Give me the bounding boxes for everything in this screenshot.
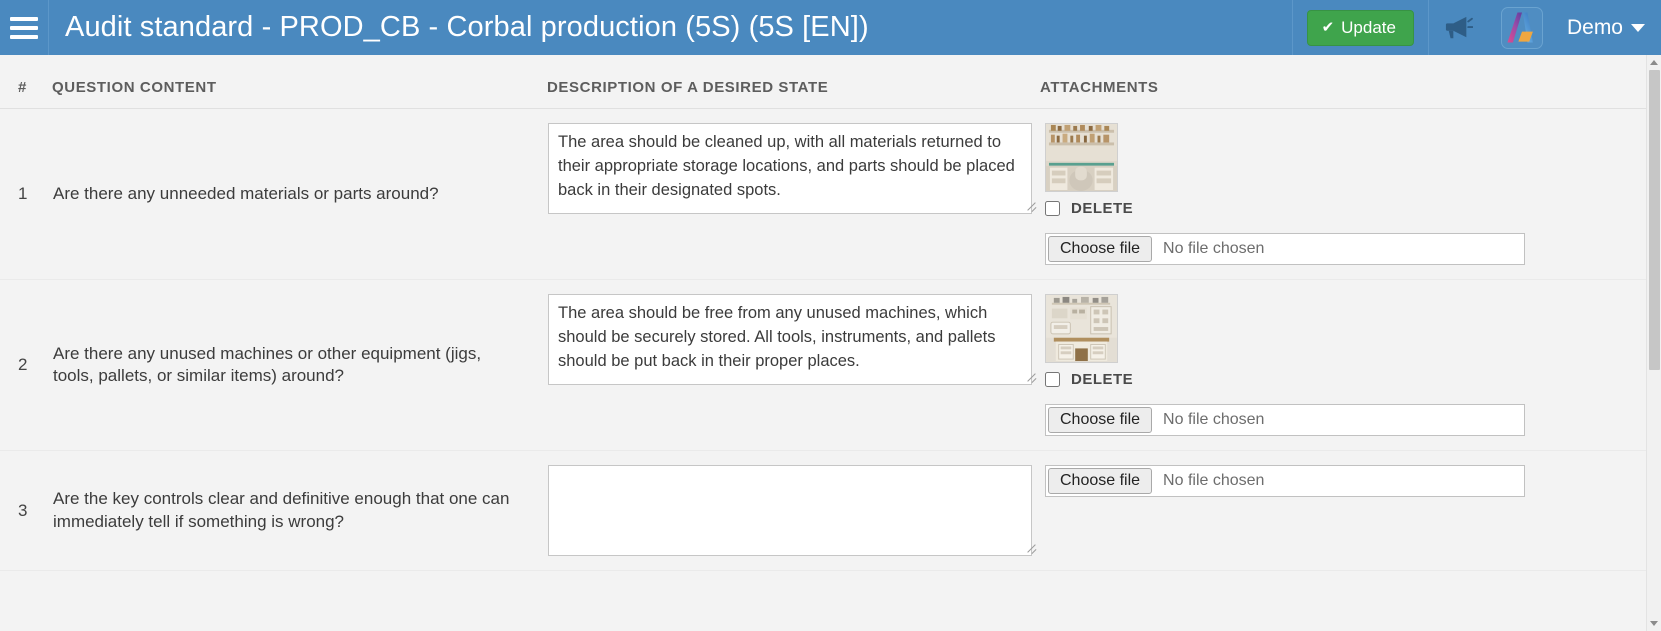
brand-a-logo-icon xyxy=(1500,6,1543,49)
delete-attachment-row: DELETE xyxy=(1045,371,1645,388)
delete-attachment-checkbox[interactable] xyxy=(1045,201,1060,216)
hamburger-icon-bar xyxy=(10,34,38,39)
row-number: 3 xyxy=(18,500,28,520)
column-header-question: QUESTION CONTENT xyxy=(52,55,547,109)
attachment-thumbnail[interactable] xyxy=(1045,294,1118,363)
choose-file-button[interactable]: Choose file xyxy=(1048,236,1153,262)
top-bar-actions: ✔ Update Demo xyxy=(1291,0,1661,55)
file-status-text: No file chosen xyxy=(1163,472,1265,489)
column-header-number: # xyxy=(0,55,52,109)
file-input[interactable]: Choose file No file chosen xyxy=(1045,404,1525,436)
workshop-shelving-image xyxy=(1046,124,1117,191)
table-row: 1 Are there any unneeded materials or pa… xyxy=(0,109,1646,280)
description-textarea-wrap xyxy=(548,294,1039,385)
user-menu[interactable]: Demo xyxy=(1557,16,1661,40)
table-header: # QUESTION CONTENT DESCRIPTION OF A DESI… xyxy=(0,55,1646,109)
description-cell xyxy=(547,109,1040,280)
attachment-thumbnail[interactable] xyxy=(1045,123,1118,192)
choose-file-button[interactable]: Choose file xyxy=(1048,407,1153,433)
attachments-cell: DELETE Choose file No file chosen xyxy=(1040,280,1646,451)
update-button-cell: ✔ Update xyxy=(1291,0,1428,55)
chevron-down-icon xyxy=(1631,23,1645,32)
delete-attachment-label: DELETE xyxy=(1071,200,1134,217)
description-cell xyxy=(547,451,1040,571)
top-navigation-bar: Audit standard - PROD_CB - Corbal produc… xyxy=(0,0,1661,55)
column-header-description: DESCRIPTION OF A DESIRED STATE xyxy=(547,55,1040,109)
user-menu-label: Demo xyxy=(1566,15,1623,39)
file-status-text: No file chosen xyxy=(1163,240,1265,257)
description-input[interactable] xyxy=(548,294,1032,385)
hamburger-menu-button[interactable] xyxy=(0,0,49,55)
hamburger-icon-bar xyxy=(10,16,38,21)
attachments-cell: Choose file No file chosen xyxy=(1040,451,1646,571)
table-row: 3 Are the key controls clear and definit… xyxy=(0,451,1646,571)
scroll-up-button[interactable] xyxy=(1647,55,1661,70)
file-input[interactable]: Choose file No file chosen xyxy=(1045,233,1525,265)
check-icon: ✔ xyxy=(1321,18,1335,36)
content-scroll-area: # QUESTION CONTENT DESCRIPTION OF A DESI… xyxy=(0,55,1646,631)
row-number: 1 xyxy=(18,184,28,203)
delete-attachment-row: DELETE xyxy=(1045,200,1645,217)
file-input[interactable]: Choose file No file chosen xyxy=(1045,465,1525,497)
audit-questions-table: # QUESTION CONTENT DESCRIPTION OF A DESI… xyxy=(0,55,1646,571)
question-text: Are there any unneeded materials or part… xyxy=(53,183,439,203)
choose-file-button[interactable]: Choose file xyxy=(1048,468,1153,494)
page-scrollbar[interactable] xyxy=(1646,55,1661,631)
scrollbar-thumb[interactable] xyxy=(1649,70,1660,370)
update-button-label: Update xyxy=(1341,17,1396,37)
row-number: 2 xyxy=(18,355,28,374)
update-button[interactable]: ✔ Update xyxy=(1306,9,1414,46)
workshop-workbench-image xyxy=(1046,295,1117,362)
scroll-down-button[interactable] xyxy=(1647,616,1661,631)
chevron-up-icon xyxy=(1650,60,1658,65)
delete-attachment-label: DELETE xyxy=(1071,371,1134,388)
question-text: Are the key controls clear and definitiv… xyxy=(53,489,510,531)
question-text: Are there any unused machines or other e… xyxy=(53,343,482,385)
column-header-attachments: ATTACHMENTS xyxy=(1040,55,1646,109)
table-row: 2 Are there any unused machines or other… xyxy=(0,280,1646,451)
megaphone-icon xyxy=(1445,16,1473,38)
page-body: # QUESTION CONTENT DESCRIPTION OF A DESI… xyxy=(0,55,1661,631)
chevron-down-icon xyxy=(1650,621,1658,626)
attachments-cell: DELETE Choose file No file chosen xyxy=(1040,109,1646,280)
description-input[interactable] xyxy=(548,465,1032,556)
description-input[interactable] xyxy=(548,123,1032,214)
description-textarea-wrap xyxy=(548,123,1039,214)
brand-logo-cell[interactable] xyxy=(1487,0,1557,55)
hamburger-icon-bar xyxy=(10,25,38,30)
announcements-button[interactable] xyxy=(1427,0,1487,55)
delete-attachment-checkbox[interactable] xyxy=(1045,372,1060,387)
table-body: 1 Are there any unneeded materials or pa… xyxy=(0,109,1646,571)
page-title: Audit standard - PROD_CB - Corbal produc… xyxy=(65,11,869,43)
description-textarea-wrap xyxy=(548,465,1039,556)
file-status-text: No file chosen xyxy=(1163,411,1265,428)
description-cell xyxy=(547,280,1040,451)
